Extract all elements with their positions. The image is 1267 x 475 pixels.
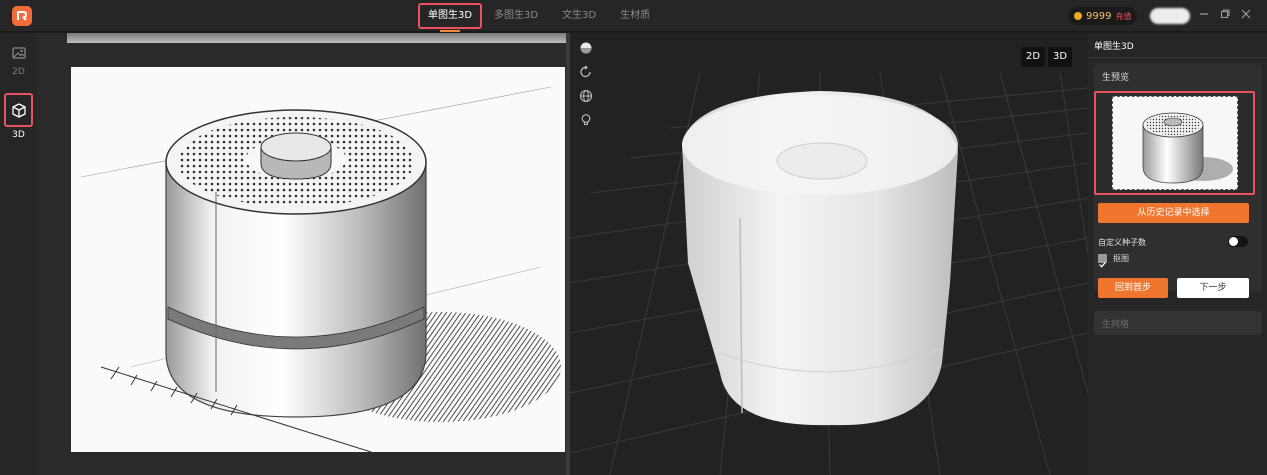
settings-panel: 单图生3D 生预览 从历史记录中选择 自定义种子数 抠图 回到首步 下一步 生网… bbox=[1088, 33, 1267, 475]
coin-balance[interactable]: 9999 充值 bbox=[1068, 7, 1138, 25]
coin-icon bbox=[1074, 12, 1082, 20]
close-icon[interactable] bbox=[1238, 8, 1254, 24]
matting-checkbox[interactable] bbox=[1098, 254, 1107, 268]
coin-count: 9999 bbox=[1086, 10, 1112, 22]
rail-item-3d[interactable]: 3D bbox=[4, 93, 33, 140]
app-window: 单图生3D 多图生3D 文生3D 生材质 9999 充值 2D 3D 2D 3D… bbox=[0, 0, 1267, 475]
mode-tabs: 单图生3D 多图生3D 文生3D 生材质 bbox=[418, 3, 662, 32]
minimize-icon[interactable] bbox=[1196, 8, 1212, 24]
panel-divider-line bbox=[1088, 57, 1267, 58]
toggle-knob bbox=[1229, 237, 1238, 246]
tab-multi-image-3d[interactable]: 多图生3D bbox=[482, 3, 550, 29]
tab-generate-material[interactable]: 生材质 bbox=[608, 3, 662, 29]
top-bar: 单图生3D 多图生3D 文生3D 生材质 9999 充值 bbox=[0, 0, 1267, 32]
rotate-icon[interactable] bbox=[577, 63, 595, 81]
image-icon bbox=[4, 43, 33, 63]
choose-from-history-button[interactable]: 从历史记录中选择 bbox=[1098, 203, 1249, 223]
tab-text-to-3d[interactable]: 文生3D bbox=[550, 3, 608, 29]
tab-single-image-3d[interactable]: 单图生3D bbox=[418, 3, 483, 32]
input-image-panel bbox=[37, 33, 567, 475]
custom-seed-toggle[interactable] bbox=[1228, 236, 1248, 247]
3d-viewport[interactable]: 2D 3D bbox=[570, 33, 1088, 475]
custom-seed-label: 自定义种子数 bbox=[1098, 238, 1146, 247]
image-strip bbox=[67, 33, 567, 43]
left-rail: 2D 3D bbox=[0, 33, 37, 475]
view-2d-button[interactable]: 2D bbox=[1021, 47, 1046, 67]
matting-label: 抠图 bbox=[1113, 254, 1129, 263]
cube-icon bbox=[4, 93, 33, 127]
preview-thumbnail-image bbox=[1112, 96, 1238, 190]
globe-icon[interactable] bbox=[577, 87, 595, 105]
preview-section-title: 生预览 bbox=[1102, 73, 1130, 83]
input-sketch-image bbox=[71, 67, 565, 452]
app-logo-icon bbox=[12, 6, 32, 26]
sphere-shading-icon[interactable] bbox=[577, 39, 595, 57]
mesh-section-title: 生网格 bbox=[1102, 320, 1130, 330]
preview-thumbnail[interactable] bbox=[1094, 91, 1255, 195]
back-to-first-step-button[interactable]: 回到首步 bbox=[1098, 278, 1168, 298]
3d-model-mesh bbox=[682, 91, 958, 426]
view-3d-button[interactable]: 3D bbox=[1048, 47, 1073, 67]
next-step-button[interactable]: 下一步 bbox=[1177, 278, 1249, 298]
rail-label-2d: 2D bbox=[12, 67, 25, 77]
recharge-link[interactable]: 充值 bbox=[1115, 11, 1131, 22]
mesh-card[interactable]: 生网格 bbox=[1094, 311, 1262, 335]
rail-label-3d: 3D bbox=[12, 130, 25, 140]
panel-title: 单图生3D bbox=[1094, 42, 1134, 52]
rail-item-2d[interactable]: 2D bbox=[4, 43, 33, 77]
restore-icon[interactable] bbox=[1217, 8, 1233, 24]
light-bulb-icon[interactable] bbox=[577, 111, 595, 129]
avatar[interactable] bbox=[1150, 8, 1190, 24]
